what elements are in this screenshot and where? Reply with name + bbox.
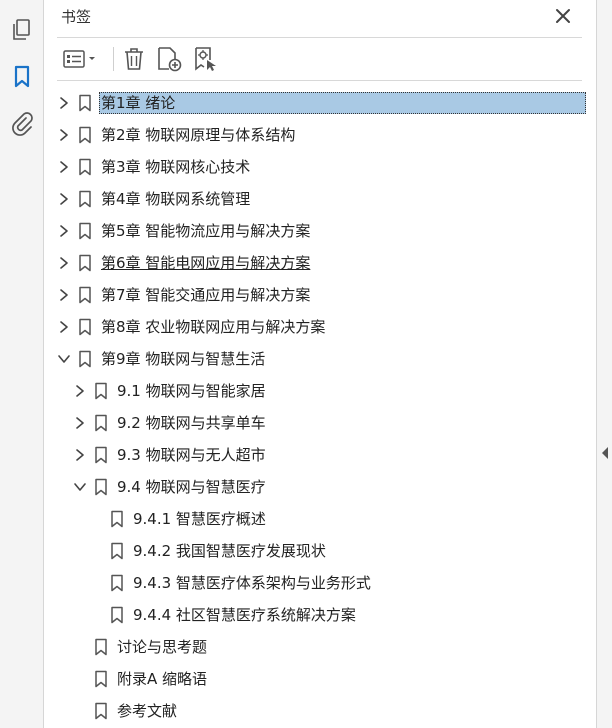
close-icon[interactable] xyxy=(552,5,574,27)
navigation-rail xyxy=(0,0,44,728)
bookmark-row[interactable]: 第6章 智能电网应用与解决方案 xyxy=(45,248,596,278)
bookmark-row[interactable]: 第1章 绪论 xyxy=(45,88,596,118)
bookmark-row[interactable]: 第5章 智能物流应用与解决方案 xyxy=(45,216,596,246)
bookmark-icon xyxy=(78,318,92,336)
panel-collapse-strip[interactable] xyxy=(596,0,612,728)
divider xyxy=(57,80,582,81)
add-page-icon xyxy=(158,47,182,72)
bookmark-label[interactable]: 9.1 物联网与智能家居 xyxy=(115,380,268,402)
bookmark-label[interactable]: 9.4.1 智慧医疗概述 xyxy=(131,508,268,530)
chevron-right-icon[interactable] xyxy=(57,224,71,238)
bookmark-icon xyxy=(110,574,124,592)
pages-icon[interactable] xyxy=(9,17,35,43)
bookmark-icon xyxy=(94,638,108,656)
divider xyxy=(57,37,582,38)
bookmark-row[interactable]: 第8章 农业物联网应用与解决方案 xyxy=(45,312,596,342)
bookmark-row[interactable]: 9.4.3 智慧医疗体系架构与业务形式 xyxy=(45,568,596,598)
bookmark-label[interactable]: 9.4 物联网与智慧医疗 xyxy=(115,476,268,498)
bookmark-row[interactable]: 附录A 缩略语 xyxy=(45,664,596,694)
bookmark-label[interactable]: 附录A 缩略语 xyxy=(115,668,209,690)
bookmark-label[interactable]: 第7章 智能交通应用与解决方案 xyxy=(99,284,312,306)
chevron-right-icon[interactable] xyxy=(57,192,71,206)
bookmark-label[interactable]: 9.2 物联网与共享单车 xyxy=(115,412,268,434)
bookmark-label[interactable]: 第2章 物联网原理与体系结构 xyxy=(99,124,297,146)
bookmark-label[interactable]: 9.4.3 智慧医疗体系架构与业务形式 xyxy=(131,572,373,594)
options-menu-button[interactable] xyxy=(61,45,101,73)
bookmark-icon xyxy=(78,350,92,368)
bookmark-icon xyxy=(94,702,108,720)
bookmarks-panel: 书签 第1章 绪论 第2章 物联网原理与体系结构 第3章 物联网核心技术 第4章… xyxy=(45,0,596,728)
chevron-right-icon[interactable] xyxy=(57,288,71,302)
trash-icon xyxy=(125,48,143,70)
bookmark-label[interactable]: 第1章 绪论 xyxy=(99,92,586,114)
panel-title: 书签 xyxy=(61,8,92,26)
bookmarks-toolbar xyxy=(57,42,582,76)
bookmark-row[interactable]: 9.3 物联网与无人超市 xyxy=(45,440,596,470)
bookmark-icon xyxy=(78,286,92,304)
bookmark-row[interactable]: 第7章 智能交通应用与解决方案 xyxy=(45,280,596,310)
bookmark-row[interactable]: 第3章 物联网核心技术 xyxy=(45,152,596,182)
collapse-arrow-icon[interactable] xyxy=(601,446,609,460)
bookmark-label[interactable]: 第5章 智能物流应用与解决方案 xyxy=(99,220,312,242)
bookmark-icon xyxy=(94,382,108,400)
bookmark-icon xyxy=(110,542,124,560)
bookmark-row[interactable]: 第2章 物联网原理与体系结构 xyxy=(45,120,596,150)
chevron-right-icon[interactable] xyxy=(73,416,87,430)
bookmark-label[interactable]: 9.4.2 我国智慧医疗发展现状 xyxy=(131,540,328,562)
bookmark-icon[interactable] xyxy=(9,64,35,90)
bookmark-label[interactable]: 第9章 物联网与智慧生活 xyxy=(99,348,267,370)
bookmark-row[interactable]: 讨论与思考题 xyxy=(45,632,596,662)
bookmark-row[interactable]: 9.1 物联网与智能家居 xyxy=(45,376,596,406)
bookmark-icon xyxy=(110,606,124,624)
chevron-right-icon[interactable] xyxy=(73,448,87,462)
bookmark-icon xyxy=(94,446,108,464)
bookmark-icon xyxy=(78,158,92,176)
new-bookmark-button[interactable] xyxy=(155,45,183,73)
bookmark-row[interactable]: 9.4.1 智慧医疗概述 xyxy=(45,504,596,534)
chevron-right-icon[interactable] xyxy=(57,256,71,270)
chevron-down-icon[interactable] xyxy=(57,352,71,366)
bookmark-row[interactable]: 第9章 物联网与智慧生活 xyxy=(45,344,596,374)
attachment-icon[interactable] xyxy=(9,110,35,136)
chevron-right-icon[interactable] xyxy=(73,384,87,398)
bookmark-icon xyxy=(94,478,108,496)
bookmark-label[interactable]: 第4章 物联网系统管理 xyxy=(99,188,252,210)
delete-bookmark-button[interactable] xyxy=(121,45,147,73)
bookmark-label[interactable]: 第3章 物联网核心技术 xyxy=(99,156,252,178)
bookmark-label[interactable]: 参考文献 xyxy=(115,700,179,722)
bookmark-icon xyxy=(94,670,108,688)
bookmark-row[interactable]: 9.4 物联网与智慧医疗 xyxy=(45,472,596,502)
bookmark-cursor-icon xyxy=(195,47,216,71)
toolbar-separator xyxy=(113,47,114,71)
bookmark-icon xyxy=(110,510,124,528)
new-bookmark-from-structure-button[interactable] xyxy=(191,45,219,73)
chevron-right-icon[interactable] xyxy=(57,160,71,174)
bookmark-icon xyxy=(78,190,92,208)
bookmark-label[interactable]: 讨论与思考题 xyxy=(115,636,209,658)
bookmark-row[interactable]: 第4章 物联网系统管理 xyxy=(45,184,596,214)
bookmark-icon xyxy=(78,94,92,112)
bookmark-label[interactable]: 第6章 智能电网应用与解决方案 xyxy=(99,252,312,274)
bookmark-icon xyxy=(78,126,92,144)
chevron-right-icon[interactable] xyxy=(57,128,71,142)
bookmark-row[interactable]: 参考文献 xyxy=(45,696,596,726)
bookmark-label[interactable]: 第8章 农业物联网应用与解决方案 xyxy=(99,316,327,338)
bookmark-row[interactable]: 9.2 物联网与共享单车 xyxy=(45,408,596,438)
bookmark-icon xyxy=(94,414,108,432)
bookmark-label[interactable]: 9.3 物联网与无人超市 xyxy=(115,444,268,466)
chevron-right-icon[interactable] xyxy=(57,320,71,334)
bookmark-row[interactable]: 9.4.2 我国智慧医疗发展现状 xyxy=(45,536,596,566)
bookmark-row[interactable]: 9.4.4 社区智慧医疗系统解决方案 xyxy=(45,600,596,630)
bookmark-label[interactable]: 9.4.4 社区智慧医疗系统解决方案 xyxy=(131,604,358,626)
bookmark-icon xyxy=(78,254,92,272)
chevron-right-icon[interactable] xyxy=(57,96,71,110)
chevron-down-icon[interactable] xyxy=(73,480,87,494)
bookmark-icon xyxy=(78,222,92,240)
